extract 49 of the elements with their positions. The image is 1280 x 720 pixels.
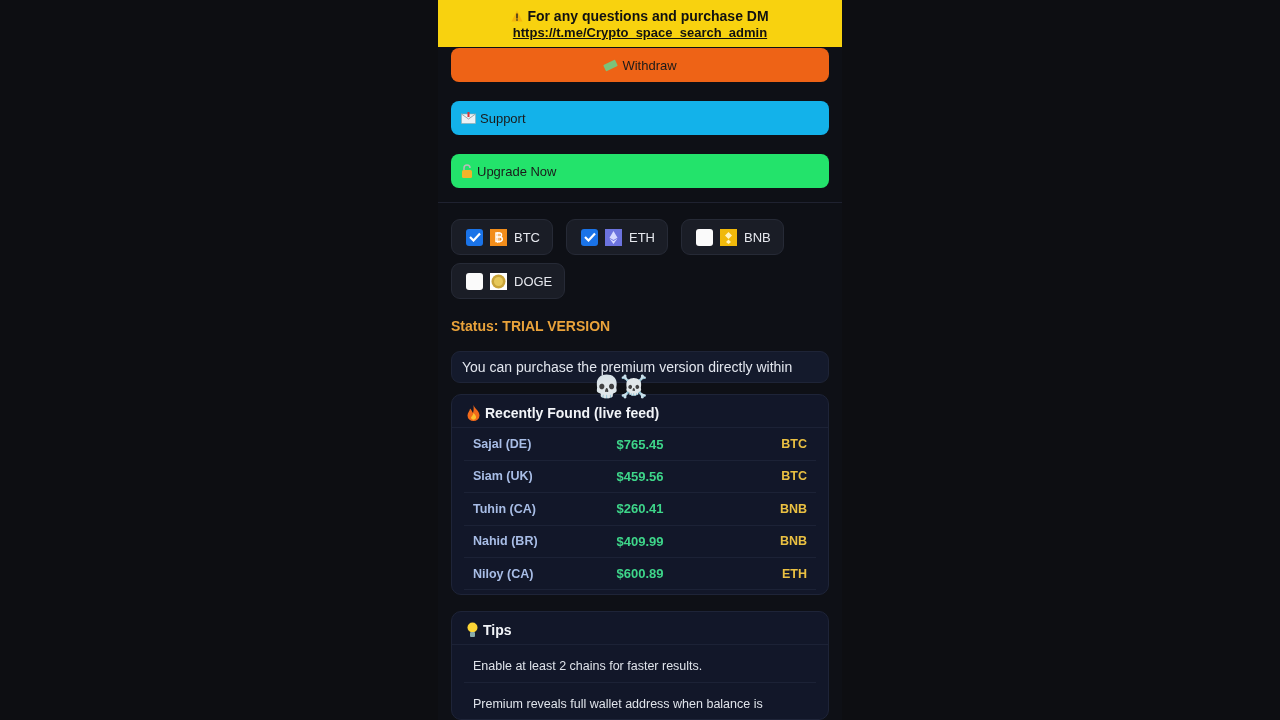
notice-text: For any questions and purchase DM (527, 7, 769, 24)
announcement-text: You can purchase the premium version directly within (462, 359, 793, 376)
telegram-link[interactable]: https://t.me/Crypto_space_search_admin (512, 24, 768, 40)
coin-icon (490, 272, 507, 290)
fire-icon (467, 405, 480, 422)
checkbox[interactable] (581, 228, 598, 246)
checkbox[interactable] (466, 228, 483, 246)
support-button[interactable]: Support (451, 101, 829, 136)
found-amount: $459.56 (615, 469, 665, 484)
chain-toggle[interactable]: ETH (566, 219, 668, 256)
finder-name: Niloy (CA) (473, 566, 535, 581)
tip-text: Premium reveals full wallet address when balance is (464, 683, 816, 719)
found-amount: $600.89 (615, 566, 665, 582)
coin-symbol: BNB (778, 501, 807, 516)
envelope-icon (461, 112, 476, 125)
chain-toggle[interactable]: DOGE (451, 263, 566, 300)
lightbulb-icon (467, 622, 478, 639)
status-text: Status: TRIAL VERSION (450, 317, 612, 335)
lock-icon (461, 164, 473, 179)
checkbox[interactable] (696, 228, 713, 246)
coin-icon (720, 228, 737, 246)
found-amount: $765.45 (615, 436, 665, 452)
feed-title: Recently Found (live feed) (485, 405, 660, 422)
finder-name: Tuhin (CA) (473, 501, 537, 516)
warning-icon (511, 9, 524, 22)
coin-symbol: BTC (780, 469, 807, 484)
emoji-caption: 💀☠ (593, 374, 647, 399)
money-icon (603, 58, 619, 72)
chain-label: BNB (744, 229, 771, 245)
withdraw-button[interactable]: Withdraw (451, 48, 829, 83)
finder-name: Sajal (DE) (473, 437, 533, 452)
ethereum-icon (605, 228, 622, 246)
tip-text: Enable at least 2 chains for faster results. (464, 645, 816, 684)
chain-label: ETH (629, 229, 655, 245)
checkbox[interactable] (466, 272, 483, 290)
found-amount: $260.41 (615, 501, 665, 517)
coin-symbol: BNB (778, 534, 807, 549)
finder-name: Siam (UK) (473, 469, 534, 484)
finder-name: Nahid (BR) (473, 534, 539, 549)
bitcoin-icon (490, 228, 507, 246)
coin-symbol: BTC (780, 437, 807, 452)
upgrade-button[interactable]: Upgrade Now (451, 154, 829, 189)
chain-toggle[interactable]: BTC (451, 219, 553, 256)
chain-label: DOGE (514, 273, 553, 289)
found-amount: $409.99 (615, 533, 665, 549)
chain-label: BTC (514, 229, 540, 245)
coin-symbol: ETH (781, 566, 807, 581)
tips-title: Tips (483, 622, 512, 639)
chain-toggle[interactable]: BNB (681, 219, 784, 256)
